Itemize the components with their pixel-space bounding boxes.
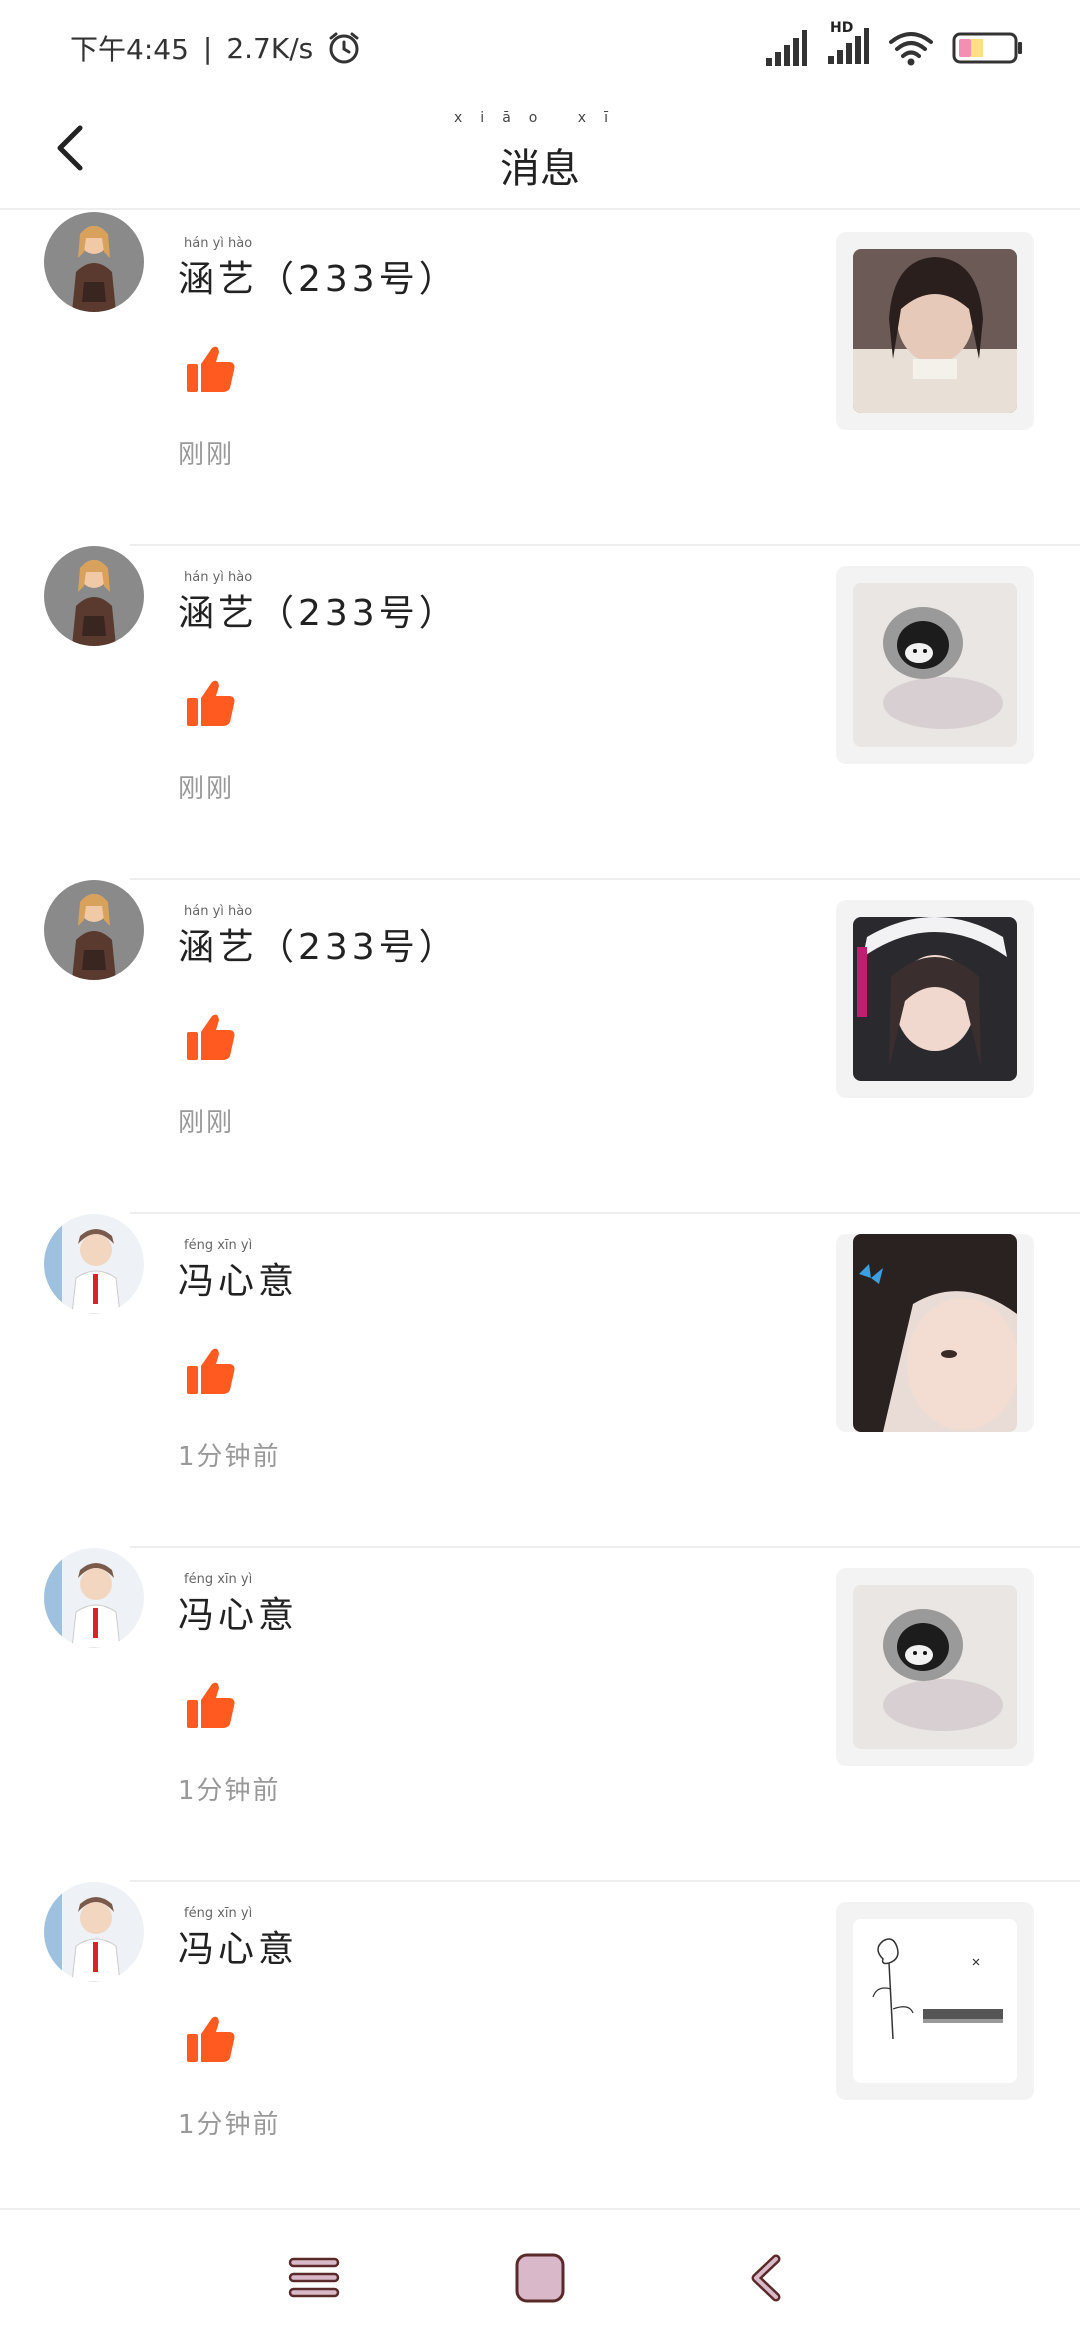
system-nav-bar — [0, 2208, 1080, 2340]
name-pinyin: féng xīn yì — [184, 1238, 253, 1253]
status-left: 下午4:45 | 2.7K/s — [70, 28, 361, 68]
avatar-boy-image — [44, 1882, 144, 1982]
title-pinyin: xiāo xī — [454, 110, 626, 126]
messages-screen: 下午4:45 | 2.7K/s HD xiāo xī 消息 hán yì hào… — [0, 0, 1080, 2340]
status-time: 下午4:45 — [70, 33, 189, 66]
name-pinyin: hán yì hào — [184, 904, 253, 919]
avatar-girl-image — [44, 546, 144, 646]
post-thumbnail[interactable] — [836, 566, 1034, 764]
timestamp: 刚刚 — [178, 1108, 235, 1138]
thumbs-up-icon — [187, 1348, 235, 1394]
thumbs-up-icon — [187, 2016, 235, 2062]
thumbs-up-icon — [187, 1014, 235, 1060]
name-pinyin: féng xīn yì — [184, 1906, 253, 1921]
notification-row[interactable]: féng xīn yì 冯心意 1分钟前 — [0, 1548, 1080, 1882]
signal-icon — [766, 30, 807, 66]
avatar[interactable] — [44, 1882, 144, 1982]
thumbs-up-icon — [187, 346, 235, 392]
hd-signal: HD — [826, 20, 870, 70]
user-name[interactable]: 涵艺（233号） — [178, 918, 459, 970]
avatar[interactable] — [44, 1548, 144, 1648]
thumbnail-image — [853, 1585, 1017, 1749]
avatar-boy-image — [44, 1548, 144, 1648]
thumbnail-image — [853, 1919, 1017, 2083]
name-pinyin: hán yì hào — [184, 570, 253, 585]
user-name[interactable]: 涵艺（233号） — [178, 250, 459, 302]
portrait-butterfly-image — [853, 1234, 1017, 1432]
status-bar: 下午4:45 | 2.7K/s HD — [0, 0, 1080, 96]
timestamp: 1分钟前 — [178, 1776, 281, 1806]
hd-label: HD — [830, 20, 854, 36]
nav-back-button[interactable] — [736, 2248, 796, 2308]
notification-row[interactable]: hán yì hào 涵艺（233号） 刚刚 — [0, 212, 1080, 546]
nav-home-button[interactable] — [510, 2248, 570, 2308]
timestamp: 刚刚 — [178, 774, 235, 804]
avatar[interactable] — [44, 880, 144, 980]
notification-row[interactable]: féng xīn yì 冯心意 1分钟前 — [0, 1882, 1080, 2216]
alarm-icon — [329, 32, 359, 64]
wifi-icon — [889, 32, 933, 66]
post-thumbnail[interactable] — [836, 1234, 1034, 1432]
name-pinyin: hán yì hào — [184, 236, 253, 251]
square-icon — [515, 2253, 565, 2303]
user-name[interactable]: 冯心意 — [178, 1586, 298, 1638]
page-title: 消息 — [500, 146, 580, 192]
rose-sketch-image — [853, 1919, 1017, 2083]
user-name[interactable]: 冯心意 — [178, 1920, 298, 1972]
notification-row[interactable]: hán yì hào 涵艺（233号） 刚刚 — [0, 880, 1080, 1214]
thumbnail-image — [853, 249, 1017, 413]
thumbnail-image — [853, 917, 1017, 1081]
post-thumbnail[interactable] — [836, 232, 1034, 430]
thumbnail-image — [853, 583, 1017, 747]
avatar-boy-image — [44, 1214, 144, 1314]
menu-icon — [288, 2257, 340, 2298]
timestamp: 1分钟前 — [178, 2110, 281, 2140]
battery-icon — [952, 32, 1022, 64]
timestamp: 刚刚 — [178, 440, 235, 470]
header: xiāo xī 消息 — [0, 96, 1080, 210]
kuromi-keychain-image — [853, 583, 1017, 747]
avatar-girl-image — [44, 212, 144, 312]
kuromi-keychain-image — [853, 1585, 1017, 1749]
portrait-hat-image — [853, 917, 1017, 1081]
thumbs-up-icon — [187, 1682, 235, 1728]
user-name[interactable]: 冯心意 — [178, 1252, 298, 1304]
notification-list: hán yì hào 涵艺（233号） 刚刚 hán yì hào 涵艺（233… — [0, 212, 1080, 2216]
thumbs-up-icon — [187, 680, 235, 726]
thumbnail-image — [853, 1234, 1017, 1432]
notification-row[interactable]: féng xīn yì 冯心意 1分钟前 — [0, 1214, 1080, 1548]
timestamp: 1分钟前 — [178, 1442, 281, 1472]
back-arrow-icon — [751, 2254, 781, 2302]
status-separator: | — [202, 31, 213, 65]
user-name[interactable]: 涵艺（233号） — [178, 584, 459, 636]
avatar[interactable] — [44, 1214, 144, 1314]
post-thumbnail[interactable] — [836, 900, 1034, 1098]
avatar-girl-image — [44, 880, 144, 980]
portrait-dark-image — [853, 249, 1017, 413]
network-speed: 2.7K/s — [226, 31, 314, 65]
post-thumbnail[interactable] — [836, 1902, 1034, 2100]
notification-row[interactable]: hán yì hào 涵艺（233号） 刚刚 — [0, 546, 1080, 880]
status-right: HD — [764, 20, 1024, 70]
avatar[interactable] — [44, 546, 144, 646]
post-thumbnail[interactable] — [836, 1568, 1034, 1766]
nav-menu-button[interactable] — [284, 2248, 344, 2308]
avatar[interactable] — [44, 212, 144, 312]
name-pinyin: féng xīn yì — [184, 1572, 253, 1587]
